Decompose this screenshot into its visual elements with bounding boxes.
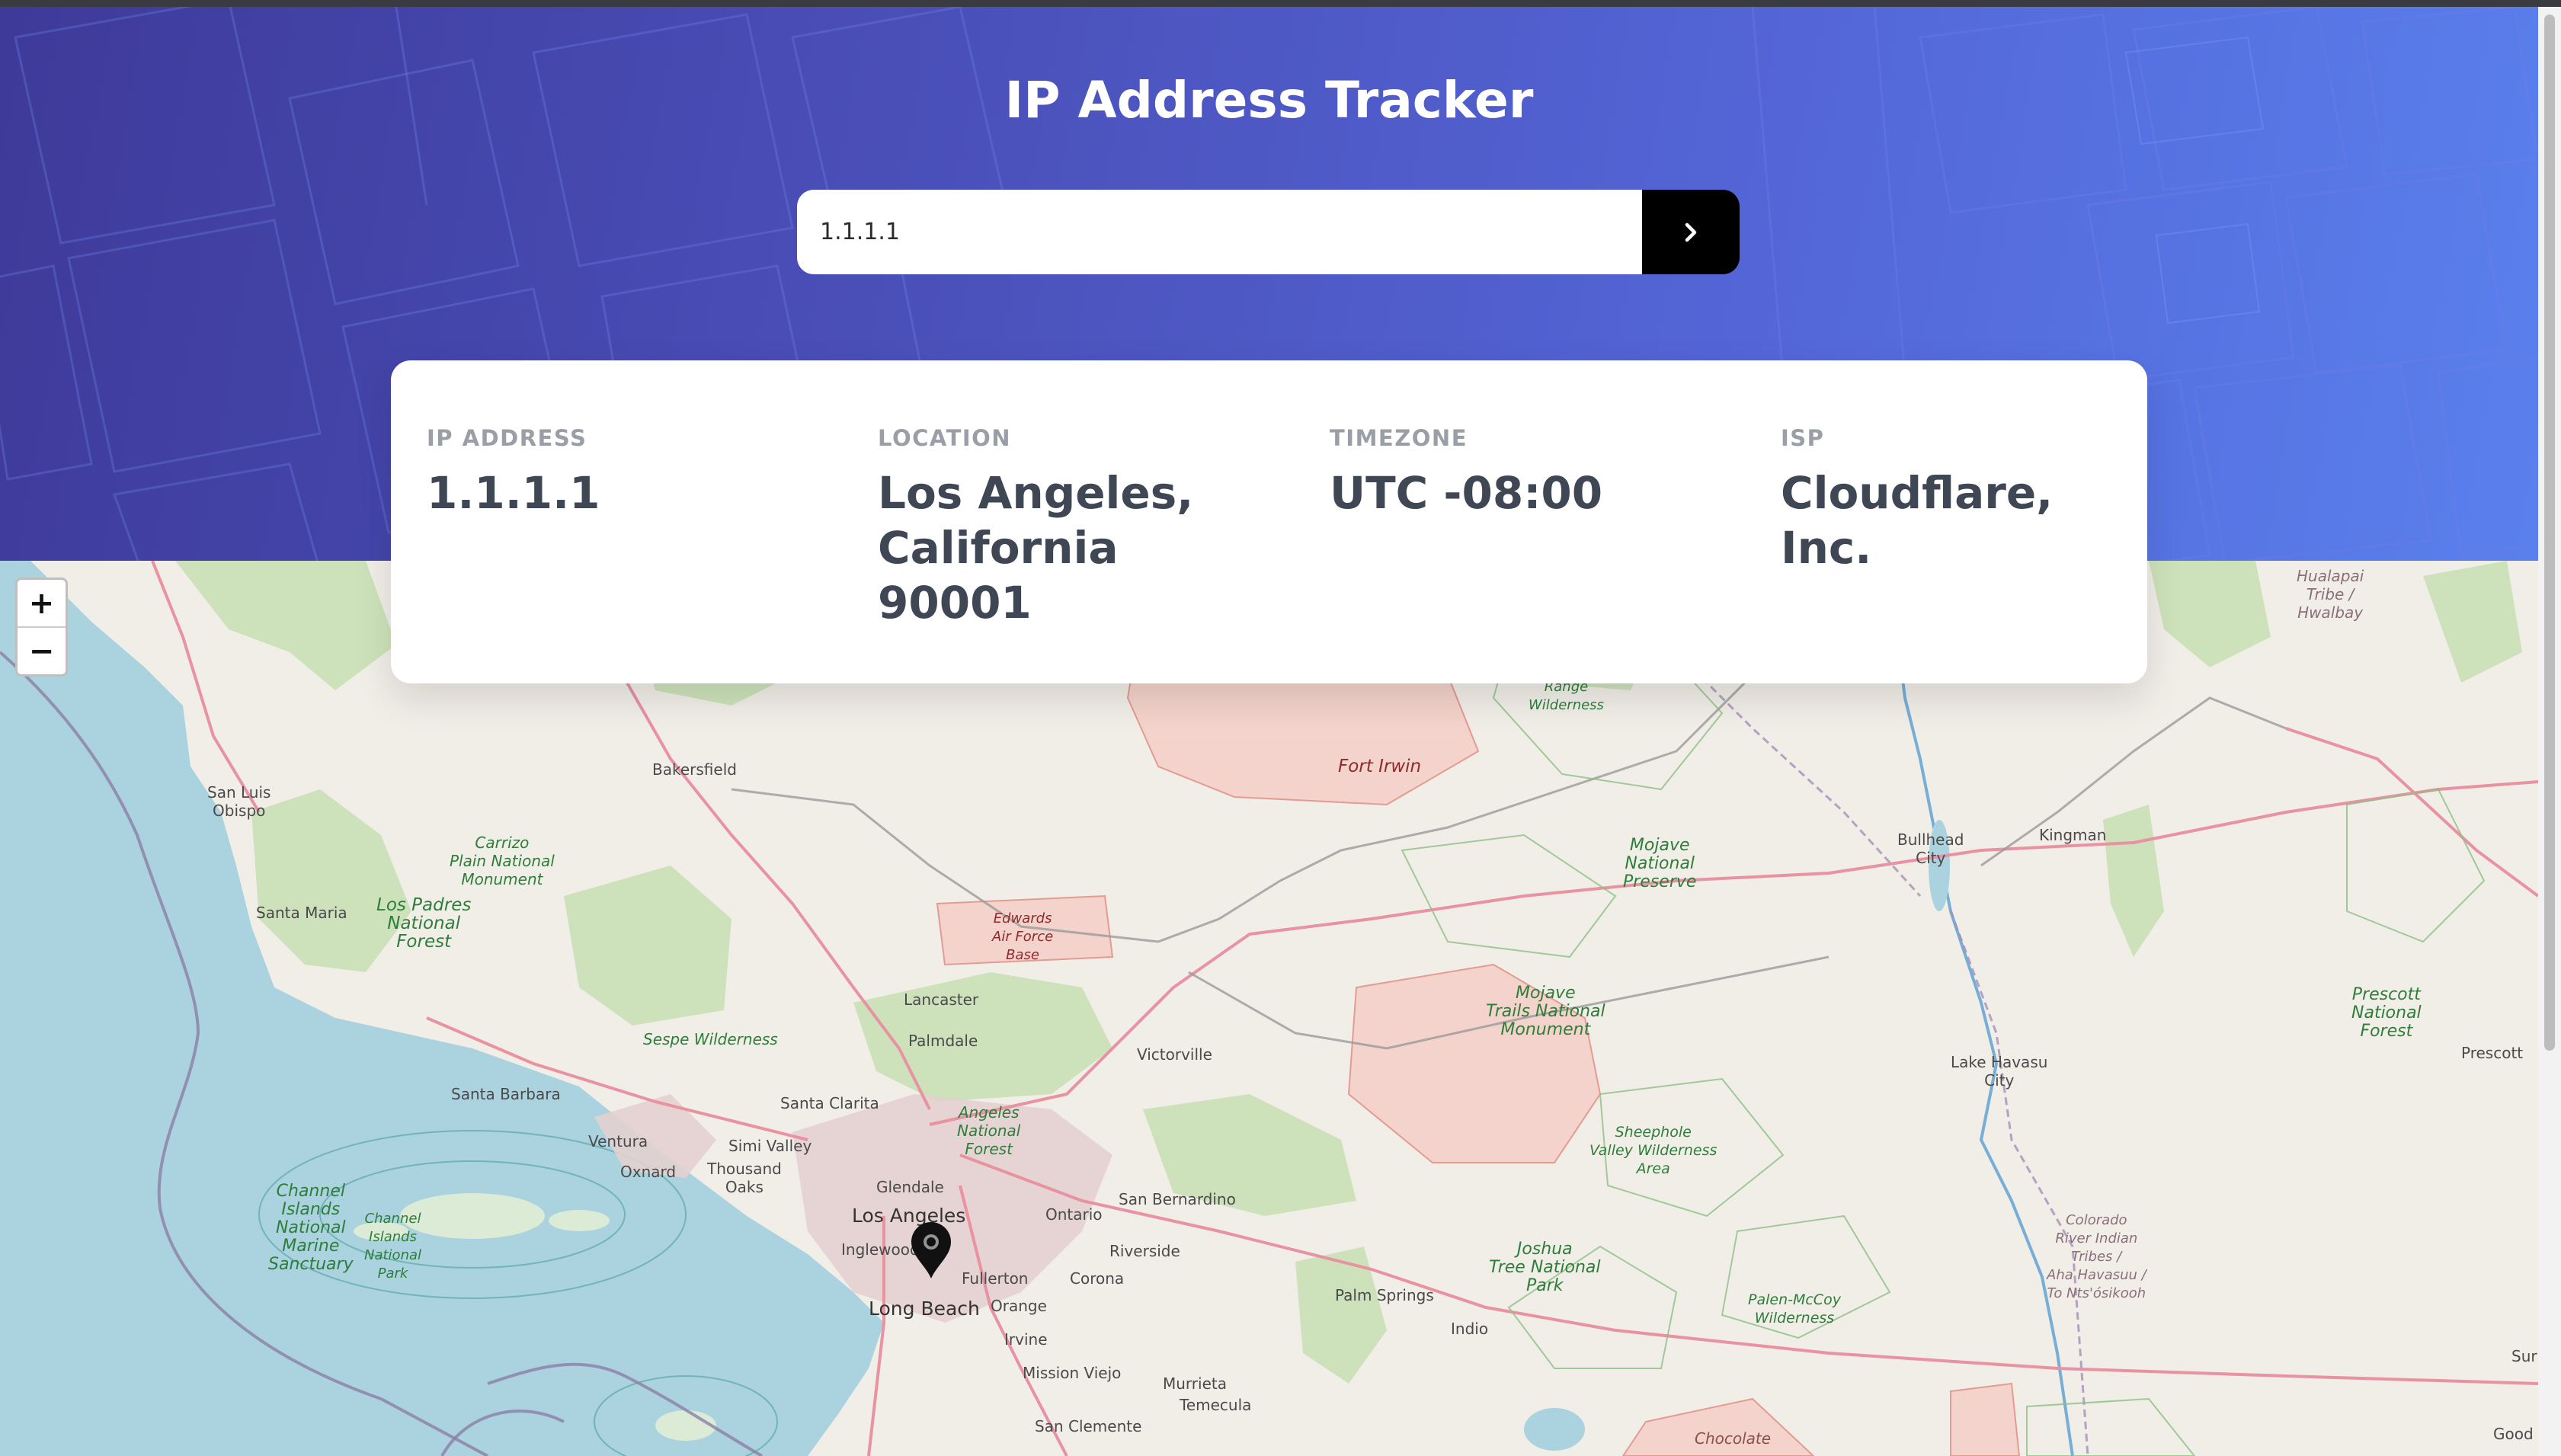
map-label-lake-havasu-city: Lake Havasu City [1951,1053,2048,1090]
ip-search-input[interactable] [797,190,1642,274]
map-label-bakersfield: Bakersfield [652,760,737,779]
isp-label: ISP [1781,425,1825,451]
map-label-carrizo: Carrizo Plain National Monument [450,834,555,888]
map-label-ontario: Ontario [1045,1205,1103,1224]
map-label-mission-viejo: Mission Viejo [1023,1364,1122,1382]
scrollbar-thumb[interactable] [2544,14,2555,1051]
map-label-thousand-oaks: Thousand Oaks [707,1160,782,1196]
map-zoom-control: + − [15,578,68,677]
search-submit-button[interactable] [1642,190,1740,274]
map-label-murrieta: Murrieta [1163,1374,1227,1393]
map-label-ventura: Ventura [588,1132,648,1150]
map-label-indio: Indio [1451,1320,1489,1338]
map-label-santa-barbara: Santa Barbara [451,1085,561,1103]
location-value: Los Angeles, California 90001 [878,467,1194,629]
map-label-temecula: Temecula [1180,1396,1252,1414]
map-tiles [0,561,2538,1456]
map-label-los-padres: Los Padres National Forest [376,895,472,952]
ip-info-card: IP ADDRESS 1.1.1.1 LOCATION Los Angeles,… [391,360,2147,683]
map-label-prescott: Prescott [2461,1044,2524,1062]
location-pin-icon[interactable] [908,1219,954,1280]
map-label-corona: Corona [1070,1269,1125,1288]
map-label-fort-irwin: Fort Irwin [1338,757,1422,776]
map-label-san-luis-obispo: San Luis Obispo [207,783,271,820]
app-viewport: IP Address Tracker 1.1.1.1 Bakersfield S… [0,0,2561,1456]
timezone-value: UTC -08:00 [1330,467,1603,519]
map-label-mojave-trails: Mojave Trails National Monument [1486,984,1605,1039]
location-label: LOCATION [878,425,1012,451]
map-label-palm-springs: Palm Springs [1335,1286,1434,1304]
map-label-santa-maria: Santa Maria [256,904,347,922]
map-label-joshua-tree: Joshua Tree National Park [1489,1240,1601,1295]
map-label-channel-park: Channel Islands National Park [364,1211,422,1282]
map-label-chocolate: Chocolate [1695,1429,1772,1448]
map-label-channel-sanctuary: Channel Islands National Marine Sanctuar… [268,1182,354,1274]
page-scrollbar[interactable] [2538,7,2561,1456]
map-label-santa-clarita: Santa Clarita [780,1094,879,1112]
ip-address-label: IP ADDRESS [427,425,587,451]
map-label-orange: Orange [991,1297,1047,1315]
map-view[interactable]: Bakersfield San Luis Obispo Santa Maria … [0,561,2538,1456]
map-label-surp: Surp [2511,1347,2538,1365]
map-label-sespe: Sespe Wilderness [643,1030,778,1048]
map-label-mojave-preserve: Mojave National Preserve [1623,836,1697,891]
map-label-hualapai: Hualapai Tribe / Hwalbay [2297,567,2364,622]
map-label-edwards: Edwards Air Force Base [992,910,1054,963]
map-label-oxnard: Oxnard [620,1163,677,1181]
isp-value: Cloudflare, Inc. [1781,467,2054,574]
zoom-out-button[interactable]: − [18,628,66,674]
map-label-sheephole: Sheephole Valley Wilderness Area [1589,1124,1717,1177]
map-label-irvine: Irvine [1004,1330,1048,1349]
timezone-label: TIMEZONE [1330,425,1468,451]
map-label-prescott-forest: Prescott National Forest [2351,985,2422,1041]
map-label-fullerton: Fullerton [962,1269,1029,1288]
map-label-colorado-river: Colorado River Indian Tribes / Aha Havas… [2047,1212,2146,1301]
map-label-san-bernardino: San Bernardino [1119,1190,1236,1208]
map-label-good: Good [2493,1425,2534,1443]
zoom-in-button[interactable]: + [18,580,66,628]
map-label-victorville: Victorville [1137,1045,1212,1064]
map-label-simi-valley: Simi Valley [728,1137,812,1155]
ip-address-value: 1.1.1.1 [427,467,600,519]
map-label-riverside: Riverside [1109,1242,1180,1260]
ip-search-form [797,190,1740,274]
map-label-kingston: Range Wilderness [1529,679,1604,713]
map-label-lancaster: Lancaster [904,990,979,1009]
map-label-bullhead-city: Bullhead City [1897,830,1964,867]
map-label-palen-mccoy: Palen-McCoy Wilderness [1748,1291,1841,1326]
page-title: IP Address Tracker [1004,71,1534,130]
map-label-glendale: Glendale [876,1178,944,1196]
map-label-long-beach: Long Beach [869,1298,980,1320]
browser-top-edge [0,0,2561,7]
map-label-palmdale: Palmdale [908,1032,978,1050]
map-label-san-clemente: San Clemente [1035,1417,1142,1435]
map-label-kingman: Kingman [2039,826,2107,844]
chevron-right-icon [1685,222,1697,242]
map-label-angeles: Angeles National Forest [957,1103,1021,1158]
